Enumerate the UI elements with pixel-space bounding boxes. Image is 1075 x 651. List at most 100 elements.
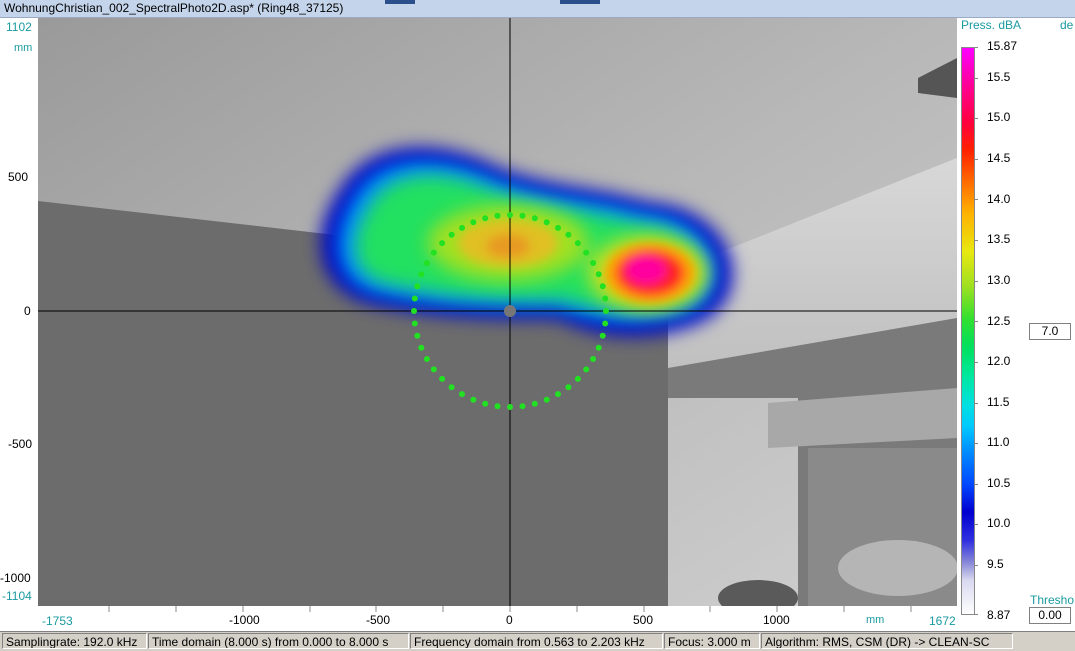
colorbar-label: 10.5 <box>987 476 1011 490</box>
microphone-dot <box>459 224 465 231</box>
colorbar-scale[interactable] <box>961 47 975 615</box>
colorbar-label: 15.5 <box>987 70 1011 84</box>
microphone-dot <box>411 308 417 314</box>
x-axis-tick-label: 1000 <box>763 613 790 627</box>
y-axis-top-label: 1102 <box>6 20 32 34</box>
dynamic-range-field[interactable]: 7.0 <box>1029 323 1071 340</box>
colorbar-label: 14.5 <box>987 151 1011 165</box>
colorbar-label: 9.5 <box>987 557 1004 571</box>
window-title: WohnungChristian_002_SpectralPhoto2D.asp… <box>4 1 344 15</box>
microphone-dot <box>519 403 526 410</box>
microphone-dot <box>470 219 477 226</box>
y-axis-tick-label: -1000 <box>0 571 31 585</box>
microphone-dot <box>531 400 538 407</box>
acoustic-map-image <box>38 18 957 606</box>
colorbar-header-2: de <box>1060 18 1074 32</box>
colorbar-panel: Press. dBA de 15.87 15.5 15.0 14.5 14.0 … <box>957 18 1075 630</box>
colorbar-label: 12.0 <box>987 354 1011 368</box>
microphone-dot <box>543 396 550 403</box>
colorbar-max-label: 15.87 <box>987 39 1018 53</box>
microphone-dot <box>531 215 538 222</box>
microphone-dot <box>602 320 609 327</box>
y-axis-panel: 1102 mm 500 0 -500 -1000 -1104 <box>0 18 38 606</box>
threshold-label: Thresho <box>1030 593 1075 607</box>
x-axis-panel: -1753 -1000 -500 0 500 1000 mm 1672 <box>38 606 957 630</box>
microphone-dot <box>494 212 501 219</box>
toolbar-decoration <box>560 0 600 4</box>
microphone-dot <box>448 384 455 391</box>
microphone-dot <box>543 219 550 226</box>
status-algorithm: Algorithm: RMS, CSM (DR) -> CLEAN-SC <box>761 633 1013 649</box>
microphone-dot <box>411 295 418 302</box>
acoustic-map-plot[interactable] <box>38 18 957 606</box>
microphone-dot <box>602 295 609 302</box>
y-axis-bottom-label: -1104 <box>2 589 32 603</box>
microphone-dot <box>494 403 501 410</box>
microphone-dot <box>519 212 526 219</box>
microphone-dot <box>423 356 430 362</box>
status-time-domain: Time domain (8.000 s) from 0.000 to 8.00… <box>148 633 409 649</box>
microphone-dot <box>423 260 430 266</box>
x-axis-tick-label: -1000 <box>229 613 260 627</box>
microphone-dot <box>583 249 590 256</box>
microphone-dot <box>590 356 597 362</box>
y-axis-tick-label: 500 <box>8 170 29 184</box>
microphone-dot <box>590 260 597 266</box>
colorbar-label: 11.5 <box>987 395 1010 409</box>
microphone-dot <box>482 215 489 222</box>
microphone-dot <box>439 240 446 247</box>
colorbar-label: 15.0 <box>987 110 1011 124</box>
status-bar: Samplingrate: 192.0 kHz Time domain (8.0… <box>0 631 1075 651</box>
colorbar-label: 13.0 <box>987 273 1011 287</box>
x-axis-ticks <box>108 606 912 612</box>
colorbar-label: 10.0 <box>987 516 1011 530</box>
microphone-dot <box>430 249 437 256</box>
microphone-dot <box>595 271 602 278</box>
microphone-dot <box>414 283 421 290</box>
x-axis-unit: mm <box>866 614 885 626</box>
colorbar-min-label: 8.87 <box>987 608 1011 622</box>
microphone-dot <box>418 344 425 351</box>
colorbar-label: 11.0 <box>987 435 1010 449</box>
colorbar-label: 12.5 <box>987 314 1011 328</box>
status-samplingrate: Samplingrate: 192.0 kHz <box>2 633 147 649</box>
x-axis-tick-label: -500 <box>366 613 391 627</box>
colorbar-header: Press. dBA <box>961 18 1022 32</box>
microphone-dot <box>448 231 455 238</box>
microphone-dot <box>583 366 590 373</box>
colorbar-label: 14.0 <box>987 192 1011 206</box>
microphone-dot <box>507 404 513 410</box>
microphone-dot <box>574 375 581 382</box>
title-bar: WohnungChristian_002_SpectralPhoto2D.asp… <box>0 0 1075 18</box>
x-axis-tick-label: 0 <box>506 613 513 627</box>
microphone-dot <box>595 344 602 351</box>
toolbar-decoration <box>385 0 415 4</box>
microphone-dot <box>414 332 421 339</box>
microphone-dot <box>599 283 606 290</box>
microphone-dot <box>599 332 606 339</box>
microphone-dot <box>482 400 489 407</box>
microphone-dot <box>603 308 609 314</box>
microphone-dot <box>439 375 446 382</box>
x-axis-right-label: 1672 <box>929 614 956 628</box>
microphone-dot <box>574 240 581 247</box>
microphone-dot <box>459 391 465 398</box>
x-axis-left-label: -1753 <box>42 614 73 628</box>
y-axis-tick-label: -500 <box>8 437 33 451</box>
microphone-dot <box>418 271 425 278</box>
colorbar-label: 13.5 <box>987 232 1011 246</box>
microphone-dot <box>565 384 572 391</box>
microphone-dot <box>555 224 561 231</box>
y-axis-tick-label: 0 <box>24 304 31 318</box>
status-focus: Focus: 3.000 m <box>664 633 760 649</box>
x-axis-tick-label: 500 <box>633 613 654 627</box>
status-frequency-domain: Frequency domain from 0.563 to 2.203 kHz <box>410 633 663 649</box>
threshold-field[interactable]: 0.00 <box>1029 607 1071 624</box>
y-axis-unit: mm <box>14 42 33 54</box>
microphone-dot <box>565 231 572 238</box>
microphone-dot <box>411 320 418 327</box>
microphone-dot <box>470 396 477 403</box>
microphone-dot <box>507 212 513 218</box>
microphone-dot <box>430 366 437 373</box>
microphone-dot <box>555 391 561 398</box>
